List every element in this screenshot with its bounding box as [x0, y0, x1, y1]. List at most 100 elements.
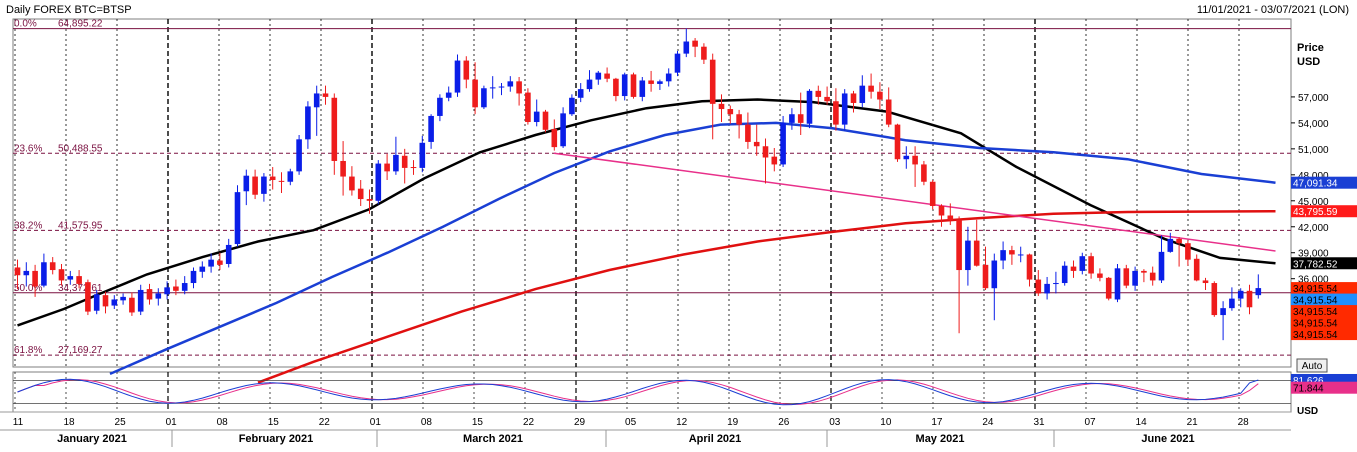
candle-body — [577, 89, 584, 98]
btc-chart: Daily FOREX BTC=BTSP 11/01/2021 - 03/07/… — [0, 0, 1357, 447]
candle-body — [419, 142, 426, 168]
candle-body — [410, 167, 417, 169]
candle-body — [621, 74, 628, 97]
candle-body — [1035, 279, 1042, 294]
candle-body — [225, 244, 232, 264]
candle-body — [560, 113, 566, 147]
candle-body — [903, 155, 910, 160]
candle-body — [349, 176, 355, 191]
price-tag-label: 37,782.52 — [1293, 259, 1338, 270]
candle-body — [921, 164, 927, 182]
price-tag-label: 43,795.59 — [1293, 207, 1338, 218]
candle-body — [375, 163, 382, 201]
candle-body — [164, 287, 170, 295]
candle-body — [278, 180, 285, 182]
candle-body — [234, 192, 241, 245]
candle-body — [102, 295, 109, 307]
price-tag-label: 34,915.54 — [1293, 319, 1338, 330]
candle-body — [366, 199, 373, 201]
candle-body — [692, 40, 698, 47]
candle-body — [1114, 268, 1121, 300]
candle-body — [1167, 238, 1174, 252]
day-tick-label: 12 — [676, 417, 688, 428]
candle-body — [481, 88, 487, 108]
candle-body — [1255, 288, 1262, 296]
price-tag-label: 34,915.54 — [1293, 307, 1338, 318]
day-tick-label: 15 — [268, 417, 280, 428]
day-tick-label: 08 — [421, 417, 433, 428]
candle-body — [1246, 290, 1253, 308]
candle-body — [1141, 270, 1147, 273]
candle-body — [868, 85, 874, 92]
candle-body — [859, 85, 866, 103]
candle-body — [489, 87, 496, 89]
y-tick-label: 54,000 — [1298, 119, 1329, 130]
candle-body — [146, 289, 153, 300]
candle-body — [1176, 238, 1182, 244]
candle-body — [437, 97, 443, 116]
day-tick-label: 03 — [829, 417, 841, 428]
candle-body — [1009, 250, 1015, 255]
candle-body — [1237, 290, 1244, 299]
candle-body — [938, 205, 945, 216]
month-label: April 2021 — [689, 433, 742, 445]
candle-body — [49, 262, 56, 271]
day-tick-label: 15 — [472, 417, 484, 428]
candle-body — [199, 266, 206, 272]
candle-body — [648, 80, 654, 84]
date-axis: 11 18 25 01 08 15 22 01 08 15 22 29 05 12 19 26 03 10 17 24… — [0, 411, 1291, 447]
candle-body — [1202, 280, 1209, 284]
month-label: May 2021 — [916, 433, 965, 445]
candle-body — [454, 60, 461, 93]
candle-body — [551, 128, 558, 148]
candle-body — [1070, 266, 1077, 271]
candle-body — [445, 92, 452, 98]
candle-body — [595, 72, 602, 80]
candle-body — [833, 101, 839, 125]
currency-label: USD — [1297, 56, 1320, 68]
day-tick-label: 14 — [1136, 417, 1148, 428]
candle-body — [841, 93, 848, 125]
fib-value: 34,372.61 — [58, 283, 103, 294]
candle-body — [305, 106, 311, 140]
candle-body — [384, 163, 390, 172]
candle-body — [14, 267, 21, 276]
day-tick-label: 22 — [523, 417, 535, 428]
candle-body — [393, 154, 399, 172]
candle-body — [261, 176, 267, 194]
candle-body — [824, 96, 830, 102]
candle-body — [85, 282, 91, 312]
candle-body — [76, 276, 82, 284]
candle-body — [683, 41, 690, 54]
candle-body — [982, 264, 989, 289]
fib-label: 61.8% — [14, 345, 42, 356]
fib-label: 50.0% — [14, 283, 42, 294]
candle-body — [806, 90, 813, 124]
y-tick-label: 57,000 — [1298, 93, 1329, 104]
month-label: January 2021 — [57, 433, 127, 445]
candle-body — [137, 289, 144, 312]
day-tick-label: 19 — [727, 417, 739, 428]
candle-body — [357, 188, 364, 200]
candle-body — [973, 240, 980, 266]
price-tag-label: 34,915.54 — [1293, 296, 1338, 307]
day-tick-label: 26 — [778, 417, 790, 428]
candle-body — [1061, 265, 1068, 284]
candle-body — [23, 270, 30, 276]
candle-body — [1185, 243, 1191, 260]
day-tick-label: 28 — [1238, 417, 1250, 428]
candle-body — [542, 111, 549, 130]
candle-body — [929, 181, 936, 206]
fib-value: 64,895.22 — [58, 19, 103, 30]
candle-body — [1026, 254, 1033, 280]
candle-body — [1105, 277, 1112, 299]
candle-body — [1017, 254, 1024, 256]
candle-body — [709, 59, 716, 104]
candle-body — [1123, 268, 1130, 286]
oscillator-tags: 81.62671.844 — [1291, 373, 1357, 395]
candle-body — [771, 156, 778, 165]
candle-body — [296, 139, 302, 172]
day-tick-label: 21 — [1187, 417, 1199, 428]
candle-body — [1149, 272, 1156, 281]
candle-body — [313, 93, 320, 108]
